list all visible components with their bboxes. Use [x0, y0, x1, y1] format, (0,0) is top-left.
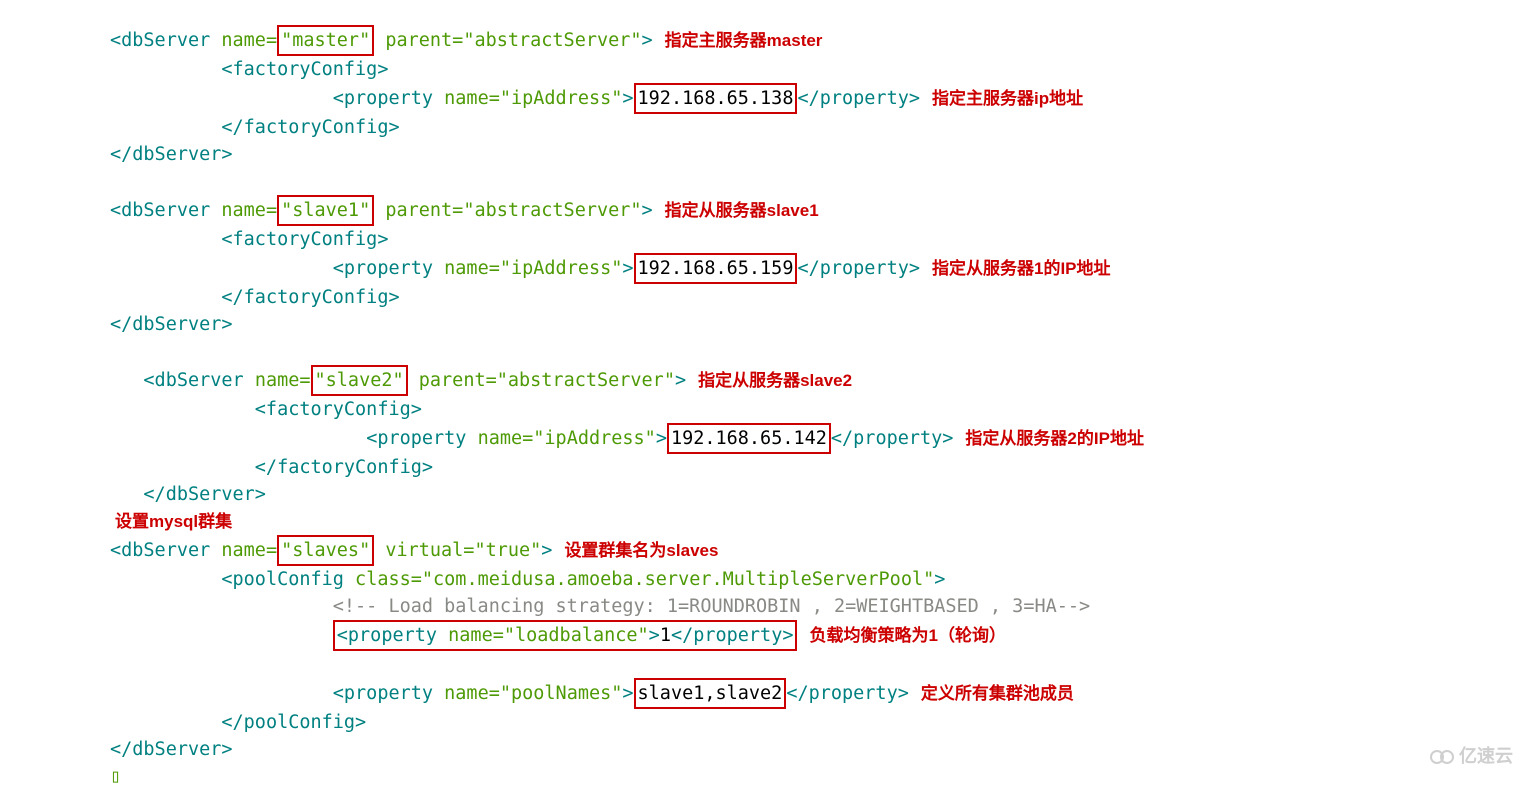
slave1-ip: 192.168.65.159: [638, 258, 794, 279]
slave1-name: slave1: [292, 200, 359, 221]
ann-master-ip: 指定主服务器ip地址: [932, 85, 1083, 112]
comment-line: <!-- Load balancing strategy: 1=ROUNDROB…: [110, 593, 1521, 620]
cursor-icon: ▯: [110, 763, 121, 790]
poolnames-line: <property name="poolNames">slave1,slave2…: [110, 678, 1521, 709]
master-name: master: [292, 30, 359, 51]
boxed-master-name: "master": [277, 25, 374, 56]
ann-poolnames: 定义所有集群池成员: [921, 680, 1074, 707]
poolnames-value: slave1,slave2: [638, 683, 783, 704]
boxed-slave1-ip: 192.168.65.159: [634, 253, 798, 284]
master-ip-line: <property name="ipAddress">192.168.65.13…: [110, 83, 1521, 114]
ann-slaves-name: 设置群集名为slaves: [564, 537, 718, 564]
boxed-master-ip: 192.168.65.138: [634, 83, 798, 114]
boxed-loadbalance: <property name="loadbalance">1</property…: [333, 620, 798, 651]
ann-loadbalance: 负载均衡策略为1（轮询）: [809, 622, 1005, 649]
blank: [110, 168, 1521, 195]
slaves-open: <dbServer name="slaves" virtual="true">设…: [110, 535, 1521, 566]
boxed-slave2-ip: 192.168.65.142: [667, 423, 831, 454]
ann-slave2-name: 指定从服务器slave2: [698, 367, 852, 394]
slave1-open: <dbServer name="slave1" parent="abstract…: [110, 195, 1521, 226]
boxed-slaves-name: "slaves": [277, 535, 374, 566]
slave2-open: <dbServer name="slave2" parent="abstract…: [110, 365, 1521, 396]
factory-close: </factoryConfig>: [110, 114, 1521, 141]
master-open: <dbServer name="master" parent="abstract…: [110, 25, 1521, 56]
watermark-icon: [1429, 747, 1455, 767]
dbserver-close: </dbServer>: [110, 141, 1521, 168]
boxed-slave2-name: "slave2": [311, 365, 408, 396]
slaves-name: slaves: [292, 540, 359, 561]
loadbalance-line: <property name="loadbalance">1</property…: [110, 620, 1521, 651]
watermark-text: 亿速云: [1459, 743, 1513, 770]
slave2-ip-line: <property name="ipAddress">192.168.65.14…: [110, 423, 1521, 454]
cursor-line: ▯: [110, 763, 1521, 790]
factory-open: <factoryConfig>: [110, 56, 1521, 83]
ann-cluster: 设置mysql群集: [115, 508, 1521, 535]
boxed-poolnames: slave1,slave2: [634, 678, 787, 709]
loadbalance-value: 1: [660, 625, 671, 646]
ann-master-name: 指定主服务器master: [665, 27, 823, 54]
code-page: <dbServer name="master" parent="abstract…: [0, 0, 1521, 810]
tag-dbserver: <dbServer: [110, 30, 210, 51]
ann-slave1-name: 指定从服务器slave1: [665, 197, 819, 224]
ann-slave2-ip: 指定从服务器2的IP地址: [965, 425, 1144, 452]
slave1-ip-line: <property name="ipAddress">192.168.65.15…: [110, 253, 1521, 284]
poolconfig-open: <poolConfig class="com.meidusa.amoeba.se…: [110, 566, 1521, 593]
master-ip: 192.168.65.138: [638, 88, 794, 109]
slave2-name: slave2: [326, 370, 393, 391]
watermark: 亿速云: [1429, 743, 1513, 770]
boxed-slave1-name: "slave1": [277, 195, 374, 226]
slave2-ip: 192.168.65.142: [671, 428, 827, 449]
ann-slave1-ip: 指定从服务器1的IP地址: [932, 255, 1111, 282]
